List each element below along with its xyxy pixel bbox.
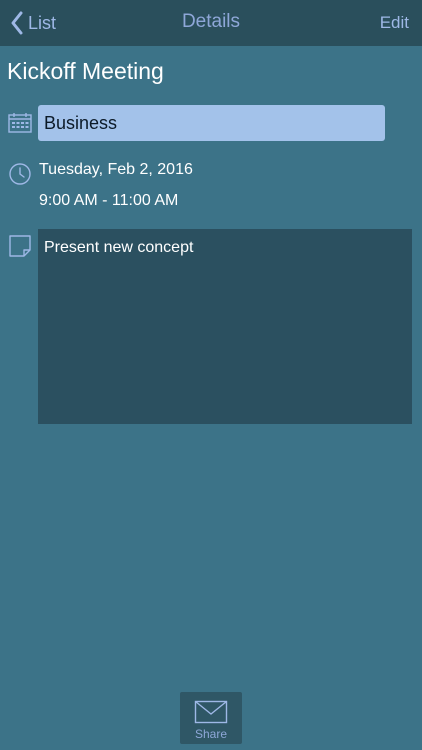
category-field[interactable]: Business bbox=[38, 105, 385, 141]
edit-button[interactable]: Edit bbox=[380, 13, 409, 33]
share-button[interactable]: Share bbox=[180, 692, 242, 744]
share-label: Share bbox=[194, 727, 228, 741]
notes-text: Present new concept bbox=[44, 239, 194, 256]
event-time: 9:00 AM - 11:00 AM bbox=[39, 192, 179, 209]
event-date: Tuesday, Feb 2, 2016 bbox=[39, 161, 193, 178]
page-title: Details bbox=[181, 11, 241, 32]
notes-field[interactable]: Present new concept bbox=[38, 229, 412, 424]
event-title: Kickoff Meeting bbox=[7, 58, 164, 84]
clock-icon bbox=[9, 163, 31, 185]
note-icon bbox=[9, 235, 31, 257]
navigation-bar: List Details Edit bbox=[0, 0, 422, 46]
calendar-icon bbox=[8, 113, 32, 133]
envelope-icon bbox=[194, 700, 228, 724]
